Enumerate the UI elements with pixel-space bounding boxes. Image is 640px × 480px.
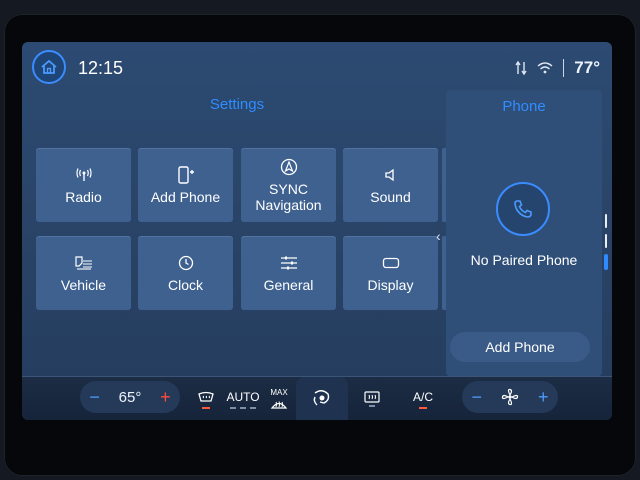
recirculation-button[interactable]: [296, 377, 348, 420]
max-defrost-button[interactable]: MAX: [266, 381, 292, 417]
home-button[interactable]: [32, 50, 66, 84]
scrollbar[interactable]: [604, 214, 608, 270]
heated-seat-button[interactable]: [192, 381, 220, 417]
sliders-icon: [280, 253, 298, 273]
no-paired-phone-text: No Paired Phone: [470, 252, 578, 268]
clock-icon: [178, 253, 194, 273]
tile-vehicle[interactable]: Vehicle: [36, 236, 131, 310]
tile-label: General: [263, 277, 314, 293]
fan-icon: [501, 388, 519, 406]
auto-label: AUTO: [226, 389, 260, 404]
ac-label: A/C: [412, 389, 433, 404]
collapse-panel-chevron-icon[interactable]: ‹: [436, 228, 441, 244]
tile-sync-navigation[interactable]: SYNC Navigation: [241, 148, 336, 222]
climate-control-bar: − 65° + AUTO MAX A/C − +: [22, 376, 612, 420]
active-indicator: [419, 406, 427, 409]
front-defrost-icon: [270, 400, 288, 409]
navigation-icon: [280, 157, 298, 177]
infotainment-screen: 12:15 77° Settings Radio Add Phone SYNC …: [22, 42, 612, 420]
tile-label: Add Phone: [150, 189, 221, 205]
settings-panel: Settings Radio Add Phone SYNC Navigation…: [22, 90, 446, 404]
tile-label: Radio: [65, 189, 102, 205]
status-divider: [563, 59, 565, 77]
recirculation-icon: [313, 390, 330, 406]
add-phone-button[interactable]: Add Phone: [450, 332, 590, 362]
tile-add-phone[interactable]: Add Phone: [138, 148, 233, 222]
phone-icon: [514, 200, 532, 218]
radio-signal-icon: [75, 165, 92, 185]
fan-decrease-button[interactable]: −: [471, 387, 482, 408]
scroll-segment: [605, 234, 607, 248]
tile-label: SYNC Navigation: [255, 181, 322, 213]
max-label: MAX: [270, 387, 288, 397]
data-transfer-icon: [515, 60, 527, 76]
rear-defrost-button[interactable]: [360, 381, 384, 417]
temp-decrease-button[interactable]: −: [89, 387, 100, 408]
settings-title: Settings: [209, 96, 265, 113]
driver-temp-control: − 65° +: [80, 381, 180, 413]
temp-increase-button[interactable]: +: [160, 387, 171, 408]
vehicle-icon: [74, 253, 94, 273]
speaker-icon: [384, 165, 398, 185]
indicator-off: [369, 405, 375, 407]
driver-temp-value: 65°: [118, 388, 142, 406]
indicator-off: [230, 406, 236, 409]
outside-temperature: 77°: [574, 58, 600, 77]
clock-display: 12:15: [78, 58, 124, 78]
tile-label: Clock: [167, 277, 203, 293]
status-indicators: 77°: [515, 58, 600, 78]
tile-general[interactable]: General: [241, 236, 336, 310]
home-icon: [41, 59, 57, 74]
tile-label: Display: [367, 277, 414, 293]
tile-sound[interactable]: Sound: [343, 148, 438, 222]
auto-button[interactable]: AUTO: [226, 381, 260, 417]
tile-clock[interactable]: Clock: [138, 236, 233, 310]
scroll-segment: [605, 214, 607, 228]
fan-increase-button[interactable]: +: [538, 387, 549, 408]
phone-title: Phone: [502, 98, 546, 115]
seat-heat-icon: [198, 391, 214, 402]
tile-display[interactable]: Display: [343, 236, 438, 310]
tile-radio[interactable]: Radio: [36, 148, 131, 222]
ac-button[interactable]: A/C: [408, 381, 438, 417]
display-icon: [382, 253, 400, 273]
indicator-off: [250, 406, 256, 409]
tile-label: Vehicle: [60, 277, 107, 293]
indicator-off: [240, 406, 246, 409]
active-indicator: [202, 406, 210, 409]
auto-indicators: [230, 406, 256, 409]
tile-label: Sound: [370, 189, 411, 205]
phone-call-button[interactable]: [496, 182, 550, 236]
fan-speed-control: − +: [462, 381, 558, 413]
scroll-thumb[interactable]: [604, 254, 608, 270]
wifi-icon: [537, 62, 553, 74]
rear-defrost-icon: [364, 391, 380, 403]
add-phone-icon: [177, 165, 194, 185]
phone-panel: Phone No Paired Phone Add Phone: [446, 90, 602, 376]
